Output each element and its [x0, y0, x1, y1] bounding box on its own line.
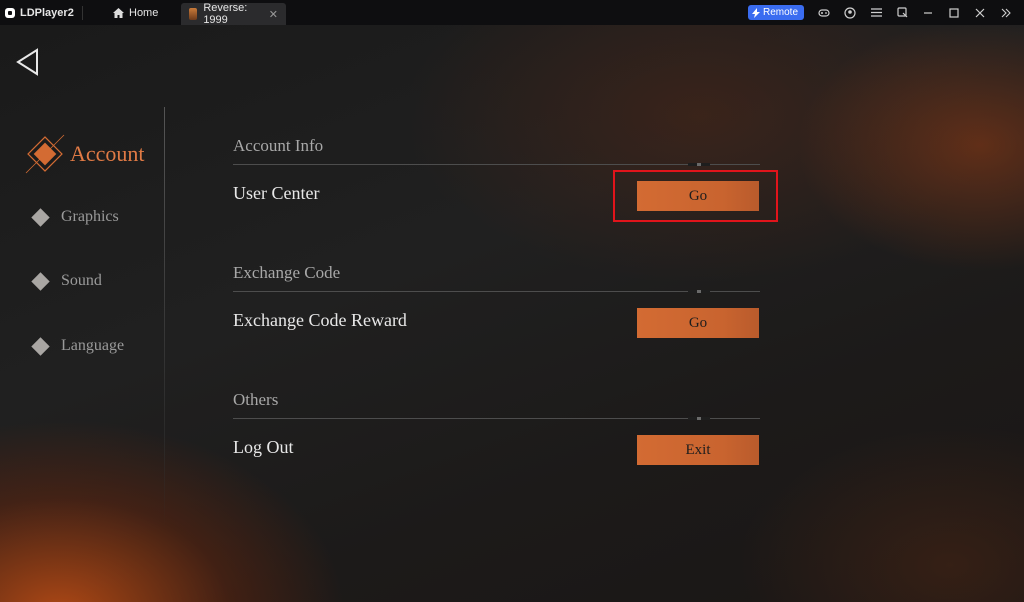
section-title: Account Info — [233, 136, 324, 155]
exchange-code-go-button[interactable]: Go — [637, 308, 759, 338]
game-settings-screen: Account Graphics Sound Language Account … — [0, 25, 1024, 602]
expand-sidebar-icon[interactable] — [1000, 7, 1012, 19]
sidebar-item-label: Sound — [61, 272, 102, 289]
diamond-icon — [31, 336, 50, 356]
sidebar-item-language[interactable]: Language — [31, 336, 125, 356]
sidebar-item-sound[interactable]: Sound — [31, 271, 102, 291]
account-icon[interactable] — [844, 6, 856, 19]
user-center-label: User Center — [233, 183, 320, 203]
diamond-icon — [31, 207, 50, 227]
section-divider — [233, 163, 760, 166]
minimize-icon[interactable] — [922, 7, 934, 19]
app-brand: LDPlayer2 — [0, 7, 76, 19]
highlight-box — [613, 170, 778, 222]
game-thumbnail-icon — [189, 8, 198, 20]
exit-button[interactable]: Exit — [637, 435, 759, 465]
ldplayer-window: LDPlayer2 Home Reverse: 1999 ✕ Remote Ac… — [0, 0, 1024, 602]
sidebar-item-account[interactable]: Account — [24, 133, 145, 175]
section-title: Exchange Code — [233, 263, 341, 282]
exchange-code-reward-label: Exchange Code Reward — [233, 310, 407, 330]
maximize-icon[interactable] — [948, 7, 960, 19]
sidebar-item-graphics[interactable]: Graphics — [31, 207, 119, 227]
sidebar-item-label: Account — [70, 141, 145, 166]
sidebar-item-label: Graphics — [61, 208, 119, 225]
section-exchange-code: Exchange Code — [233, 263, 760, 293]
active-diamond-icon — [24, 133, 66, 175]
remote-label: Remote — [762, 7, 798, 18]
sidebar-divider — [164, 107, 165, 527]
home-icon — [113, 7, 124, 18]
diamond-icon — [31, 271, 50, 291]
tab-home[interactable]: Home — [91, 0, 181, 25]
section-divider — [233, 417, 760, 420]
lightning-icon — [751, 7, 760, 18]
titlebar-controls: Remote — [747, 5, 1024, 20]
tab-home-label: Home — [129, 6, 159, 19]
log-out-label: Log Out — [233, 437, 294, 457]
title-bar: LDPlayer2 Home Reverse: 1999 ✕ Remote — [0, 0, 1024, 26]
section-account-info: Account Info — [233, 136, 760, 166]
back-arrow-icon[interactable] — [14, 47, 42, 77]
restore-window-icon[interactable] — [896, 7, 908, 19]
sidebar-item-label: Language — [61, 337, 125, 354]
tab-reverse-1999[interactable]: Reverse: 1999 ✕ — [181, 2, 286, 26]
section-others: Others — [233, 390, 760, 420]
section-divider — [233, 290, 760, 293]
ldplayer-logo-icon — [5, 7, 15, 18]
titlebar-divider — [82, 5, 83, 20]
section-title: Others — [233, 390, 279, 409]
app-name: LDPlayer2 — [20, 6, 74, 19]
menu-icon[interactable] — [870, 7, 882, 19]
close-tab-icon[interactable]: ✕ — [269, 8, 278, 21]
tab-game-label: Reverse: 1999 — [203, 2, 248, 26]
close-window-icon[interactable] — [974, 7, 986, 19]
gamepad-icon[interactable] — [818, 7, 830, 19]
remote-button[interactable]: Remote — [747, 5, 804, 20]
